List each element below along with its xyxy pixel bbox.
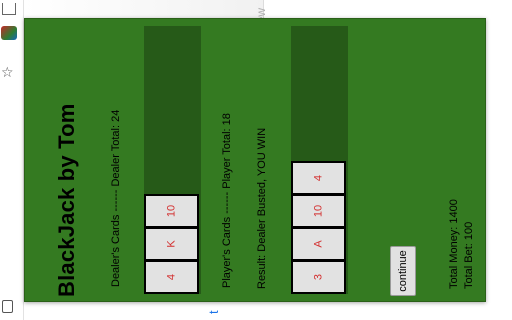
card-rank: 10 (165, 204, 177, 218)
card-rank: 10 (312, 204, 324, 218)
browser-side-toolbar (0, 0, 24, 320)
background-link-fragment[interactable]: t (206, 310, 221, 314)
result-label: Result: Dealer Busted, YOU WIN (256, 127, 268, 289)
card-rank: 4 (312, 174, 324, 182)
card-rank: K (165, 240, 177, 248)
dealer-card: 10 (144, 194, 199, 228)
extension-icon[interactable] (1, 26, 17, 40)
total-money-label: Total Money: 1400 (448, 199, 460, 289)
dealer-card: 4 (144, 260, 199, 294)
game-title: BlackJack by Tom (54, 103, 79, 297)
player-total-label: Player's Cards ------ Player Total: 18 (221, 113, 233, 288)
player-card: 4 (291, 161, 346, 195)
dealer-total-label: Dealer's Cards ------ Dealer Total: 24 (110, 109, 122, 287)
continue-button-label: continue (397, 250, 409, 292)
star-icon[interactable]: ☆ (1, 66, 14, 80)
page-icon[interactable] (2, 300, 13, 313)
continue-button[interactable]: continue (390, 246, 416, 296)
card-rank: A (312, 240, 324, 248)
blackjack-popup (24, 18, 486, 302)
total-bet-label: Total Bet: 100 (463, 221, 475, 289)
player-card: A (291, 227, 346, 261)
player-card: 10 (291, 194, 346, 228)
background-page-fade (24, 0, 264, 18)
dealer-card: K (144, 227, 199, 261)
screenshot-root: ☆ iew t 4 K 10 3 A 10 4 BlackJack by Tom… (0, 0, 512, 320)
card-rank: 3 (312, 273, 324, 281)
card-rank: 4 (165, 273, 177, 281)
player-card: 3 (291, 260, 346, 294)
tray-icon[interactable] (2, 3, 16, 15)
